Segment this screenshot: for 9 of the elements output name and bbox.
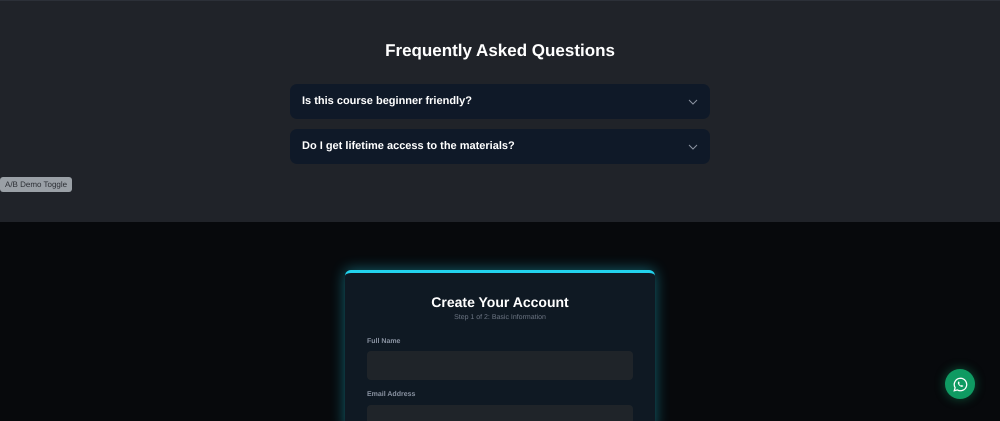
faq-item[interactable]: Is this course beginner friendly? [290,84,710,119]
demo-toggle-button[interactable]: A/B Demo Toggle [0,177,72,192]
faq-item[interactable]: Do I get lifetime access to the materials? [290,129,710,164]
chevron-icon [688,144,698,150]
section-title: Frequently Asked Questions [385,40,615,62]
chevron-icon [688,98,698,104]
chat-button[interactable] [945,369,975,399]
phone-bubble-icon [952,376,968,392]
card-title: Create Your Account [430,293,570,311]
